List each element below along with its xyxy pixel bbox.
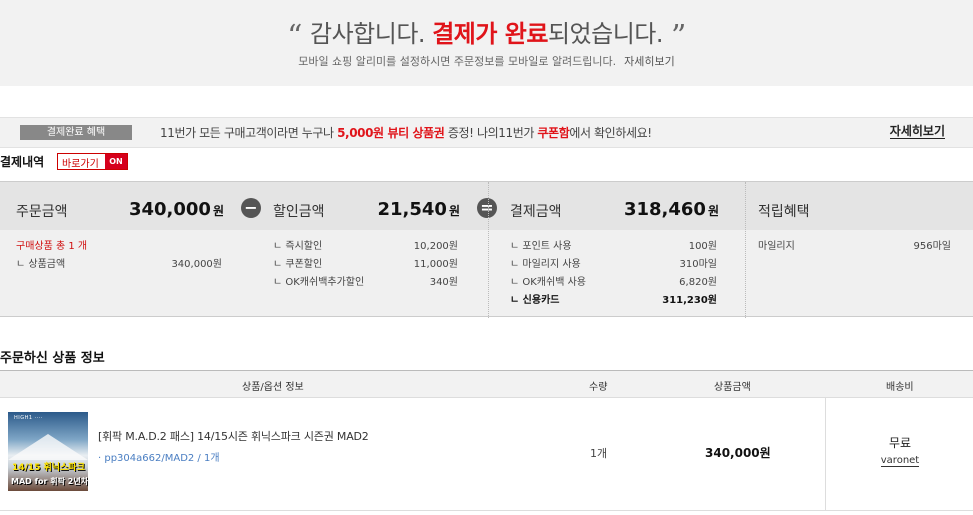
open-quote-icon: “ bbox=[287, 19, 303, 54]
rewards-label: 적립혜택 bbox=[758, 204, 810, 220]
product-amount-label: ㄴ 상품금액 bbox=[16, 259, 66, 270]
discount-amount-column: 할인금액 21,540 원 ㄴ 즉시할인 10,200원 ㄴ 쿠폰할인 11,00… bbox=[240, 182, 488, 318]
coupon-discount-value: 11,000원 bbox=[413, 259, 458, 270]
okcashbag-discount-value: 340원 bbox=[429, 277, 458, 288]
product-name-link[interactable]: [휘팍 M.A.D.2 패스] 14/15시즌 휘닉스파크 시즌권 MAD2 bbox=[98, 428, 369, 444]
column-quantity: 수량 bbox=[589, 382, 608, 393]
column-product-amount: 상품금액 bbox=[714, 382, 751, 393]
shipping-fee: 무료 bbox=[888, 436, 912, 450]
thank-you-banner: “감사합니다. 결제가 완료되었습니다.” 모바일 쇼핑 알리미를 설정하시면 … bbox=[0, 0, 973, 86]
payment-amount-number: 318,460 bbox=[623, 199, 706, 220]
point-use-label: ㄴ 포인트 사용 bbox=[510, 241, 572, 252]
benefit-text-part: 에서 확인하세요! bbox=[569, 126, 652, 140]
close-quote-icon: ” bbox=[670, 19, 686, 54]
mileage-reward-value: 956마일 bbox=[913, 241, 952, 252]
seller-link-wrap: varonet bbox=[826, 455, 973, 467]
product-price: 340,000원 bbox=[705, 446, 771, 460]
instant-discount-value: 10,200원 bbox=[413, 241, 458, 252]
won-unit: 원 bbox=[448, 204, 460, 218]
order-amount-label: 주문금액 bbox=[16, 204, 68, 220]
benefit-text: 11번가 모든 구매고객이라면 누구나 5,000원 뷰티 상품권 증정! 나의… bbox=[160, 124, 652, 141]
mileage-use-value: 310마일 bbox=[679, 259, 718, 270]
payment-amount-column: 결제금액 318,460 원 ㄴ 포인트 사용 100원 ㄴ 마일리지 사용 31… bbox=[488, 182, 733, 318]
mileage-reward-label: 마일리지 bbox=[758, 241, 795, 252]
shortcut-toggle[interactable]: 바로가기 ON bbox=[57, 153, 128, 170]
shortcut-label: 바로가기 bbox=[62, 159, 99, 170]
mobile-alert-text: 모바일 쇼핑 알리미를 설정하시면 주문정보를 모바일로 알려드립니다. bbox=[298, 55, 617, 68]
payment-amount-value: 318,460 원 bbox=[624, 199, 719, 220]
okcashbag-discount-label: ㄴ OK캐쉬백추가할인 bbox=[273, 277, 365, 288]
order-amount-column: 주문금액 340,000 원 구매상품 총 1 개 ㄴ 상품금액 340,000원 bbox=[0, 182, 240, 318]
won-unit: 원 bbox=[707, 204, 719, 218]
credit-card-value: 311,230원 bbox=[662, 295, 717, 306]
shortcut-on-badge: ON bbox=[105, 154, 127, 169]
seller-link[interactable]: varonet bbox=[880, 455, 920, 467]
shipping-cell: 무료 varonet bbox=[825, 398, 973, 511]
product-amount-value: 340,000원 bbox=[171, 259, 222, 270]
product-option: · pp304a662/MAD2 / 1개 bbox=[98, 453, 220, 464]
thumbnail-caption-1: 14/15 휘닉스파크 시즌권 bbox=[12, 463, 88, 473]
payment-section-title: 결제내역 bbox=[0, 155, 45, 169]
mountain-graphic bbox=[8, 434, 88, 460]
discount-amount-value: 21,540 원 bbox=[377, 199, 460, 220]
mileage-use-label: ㄴ 마일리지 사용 bbox=[510, 259, 581, 270]
column-product-option: 상품/옵션 정보 bbox=[242, 382, 304, 393]
benefit-text-part: 증정! 나의11번가 bbox=[444, 126, 538, 140]
thanks-plain: 감사합니다. bbox=[310, 20, 426, 48]
product-quantity: 1개 bbox=[590, 447, 608, 460]
order-info-title: 주문하신 상품 정보 bbox=[0, 351, 105, 366]
table-row: HIGH1 ···· 14/15 휘닉스파크 시즌권 MAD for 휘팍 2년… bbox=[0, 398, 973, 511]
payment-benefit-bar: 결제완료 혜택 11번가 모든 구매고객이라면 누구나 5,000원 뷰티 상품… bbox=[0, 117, 973, 148]
payment-summary: 주문금액 340,000 원 구매상품 총 1 개 ㄴ 상품금액 340,000원… bbox=[0, 181, 973, 318]
discount-amount-label: 할인금액 bbox=[273, 204, 325, 220]
payment-amount-label: 결제금액 bbox=[510, 204, 562, 220]
okcashbag-use-value: 6,820원 bbox=[679, 277, 717, 288]
payment-section-header: 결제내역 바로가기 ON bbox=[0, 153, 128, 171]
thumbnail-caption-2: MAD for 휘팍 2년차 bbox=[11, 477, 88, 486]
rewards-column: 적립혜택 마일리지 956마일 bbox=[745, 182, 973, 318]
thumbnail-brand: HIGH1 ···· bbox=[14, 415, 43, 421]
column-shipping-fee: 배송비 bbox=[886, 382, 914, 393]
order-amount-value: 340,000 원 bbox=[129, 199, 224, 220]
benefit-detail-link[interactable]: 자세히보기 bbox=[889, 124, 945, 139]
mobile-alert-detail-link[interactable]: 자세히보기 bbox=[624, 55, 675, 68]
won-unit: 원 bbox=[212, 204, 224, 218]
credit-card-label: ㄴ 신용카드 bbox=[510, 295, 560, 306]
thanks-tail: 되었습니다. bbox=[547, 20, 664, 48]
okcashbag-use-label: ㄴ OK캐쉬백 사용 bbox=[510, 277, 586, 288]
beauty-voucher-text: 5,000원 뷰티 상품권 bbox=[337, 126, 445, 140]
purchase-count: 구매상품 총 1 개 bbox=[16, 241, 88, 252]
benefit-text-part: 11번가 모든 구매고객이라면 누구나 bbox=[160, 126, 338, 140]
mobile-alert-notice: 모바일 쇼핑 알리미를 설정하시면 주문정보를 모바일로 알려드립니다. 자세히보… bbox=[0, 53, 973, 69]
coupon-discount-label: ㄴ 쿠폰할인 bbox=[273, 259, 323, 270]
order-amount-number: 340,000 bbox=[128, 199, 211, 220]
payment-complete-text: 결제가 완료 bbox=[432, 20, 548, 48]
order-table-header: 상품/옵션 정보 수량 상품금액 배송비 bbox=[0, 370, 973, 398]
product-thumbnail[interactable]: HIGH1 ···· 14/15 휘닉스파크 시즌권 MAD for 휘팍 2년… bbox=[8, 412, 88, 491]
discount-amount-number: 21,540 bbox=[377, 199, 447, 220]
coupon-box-text: 쿠폰함 bbox=[537, 126, 570, 140]
instant-discount-label: ㄴ 즉시할인 bbox=[273, 241, 323, 252]
point-use-value: 100원 bbox=[688, 241, 717, 252]
benefit-tag: 결제완료 혜택 bbox=[20, 125, 132, 140]
thank-you-title: “감사합니다. 결제가 완료되었습니다.” bbox=[0, 14, 973, 54]
